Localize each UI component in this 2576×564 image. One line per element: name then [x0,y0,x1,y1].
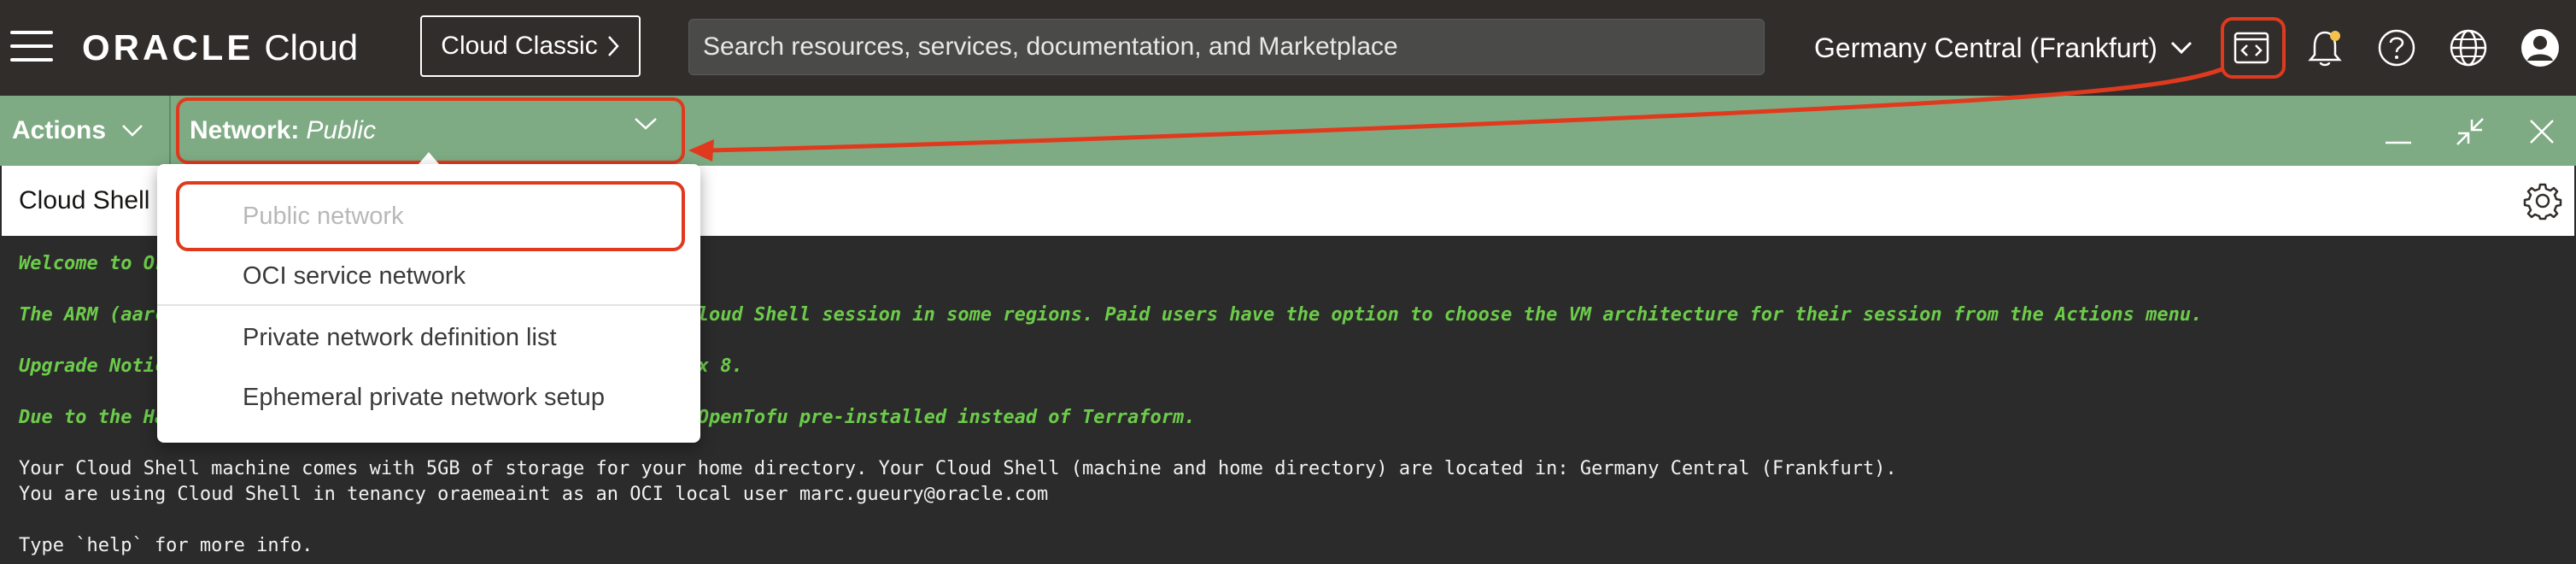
minimize-icon[interactable] [2374,108,2422,156]
network-label: Network: [190,116,300,144]
globe-icon[interactable] [2444,24,2492,72]
close-icon[interactable] [2518,108,2566,156]
cloud-shell-toolbar: Actions Network: Public [0,96,2576,166]
menu-item-private-network-definition-list[interactable]: Private network definition list [157,308,700,367]
menu-icon[interactable] [10,31,53,63]
chevron-down-icon [2170,41,2192,55]
menu-item-label: Public network [243,202,404,230]
cloud-classic-label: Cloud Classic [441,32,598,60]
cloud-shell-title: Cloud Shell [19,186,150,214]
region-selector[interactable]: Germany Central (Frankfurt) [1814,24,2193,72]
chevron-right-icon [607,36,619,56]
search-placeholder: Search resources, services, documentatio… [703,32,1398,61]
gear-icon[interactable] [2523,181,2562,220]
terminal-line: You are using Cloud Shell in tenancy ora… [19,484,1049,505]
region-label: Germany Central (Frankfurt) [1814,32,2157,63]
help-icon[interactable] [2373,24,2421,72]
top-navigation-bar: ORACLE Cloud Cloud Classic Search resour… [0,0,2576,96]
actions-menu-button[interactable]: Actions [12,96,143,166]
logo-product: Cloud [264,27,359,68]
cloud-classic-button[interactable]: Cloud Classic [420,15,641,77]
bell-icon[interactable] [2301,24,2349,72]
search-input[interactable]: Search resources, services, documentatio… [688,19,1765,75]
menu-item-label: OCI service network [243,261,466,290]
code-editor-icon[interactable] [2228,24,2275,72]
actions-label: Actions [12,116,107,144]
menu-divider [157,304,700,306]
oracle-cloud-logo[interactable]: ORACLE Cloud [82,26,358,70]
menu-item-oci-service-network[interactable]: OCI service network [157,246,700,306]
menu-item-public-network: Public network [157,186,700,246]
network-dropdown-menu: Public network OCI service network Priva… [157,164,700,443]
terminal-line: Type `help` for more info. [19,535,313,556]
terminal-line: Your Cloud Shell machine comes with 5GB … [19,458,1897,479]
network-value: Public [306,116,377,144]
logo-brand: ORACLE [82,27,255,68]
chevron-down-icon [122,125,143,137]
dropdown-caret [419,152,439,164]
menu-item-label: Private network definition list [243,323,557,351]
toolbar-divider [169,96,171,166]
chevron-down-icon [635,118,657,130]
menu-item-label: Ephemeral private network setup [243,383,605,411]
restore-icon[interactable] [2446,108,2494,156]
menu-item-ephemeral-private-network-setup[interactable]: Ephemeral private network setup [157,367,700,427]
user-icon[interactable] [2516,24,2564,72]
